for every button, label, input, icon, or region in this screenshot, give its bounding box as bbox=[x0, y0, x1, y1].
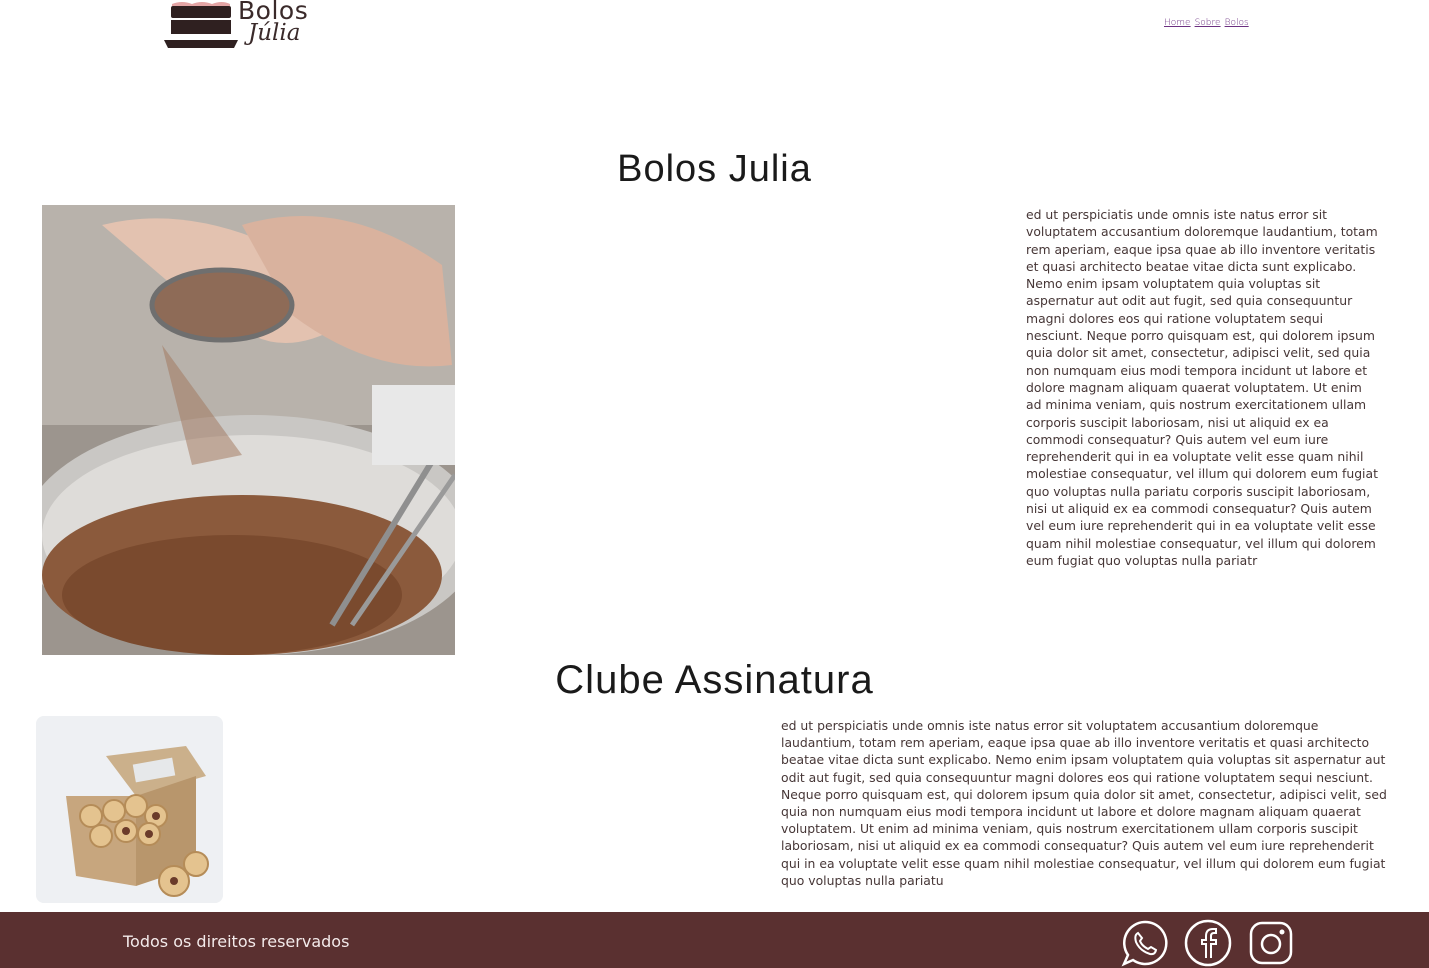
section-text-clube-assinatura: ed ut perspiciatis unde omnis iste natus… bbox=[781, 718, 1387, 888]
logo[interactable]: Bolos Júlia bbox=[162, 0, 322, 52]
instagram-icon[interactable] bbox=[1246, 918, 1296, 968]
logo-word-julia: Júlia bbox=[248, 20, 301, 46]
footer-copyright: Todos os direitos reservados bbox=[123, 932, 350, 951]
footer: Todos os direitos reservados bbox=[0, 912, 1429, 968]
main-nav: Home Sobre Bolos bbox=[1164, 18, 1253, 28]
baking-photo bbox=[42, 205, 455, 655]
nav-bolos[interactable]: Bolos bbox=[1225, 18, 1249, 28]
cake-logo-icon bbox=[164, 2, 238, 48]
whatsapp-icon[interactable] bbox=[1120, 918, 1170, 968]
nav-sobre[interactable]: Sobre bbox=[1195, 18, 1221, 28]
section-title-bolos-julia: Bolos Julia bbox=[617, 148, 812, 190]
nav-home[interactable]: Home bbox=[1164, 18, 1191, 28]
facebook-icon[interactable] bbox=[1183, 918, 1233, 968]
section-text-bolos-julia: ed ut perspiciatis unde omnis iste natus… bbox=[1026, 207, 1378, 568]
header: Bolos Júlia Home Sobre Bolos bbox=[0, 0, 1429, 60]
section-title-clube-assinatura: Clube Assinatura bbox=[555, 658, 874, 702]
cookies-box-photo bbox=[36, 716, 223, 903]
